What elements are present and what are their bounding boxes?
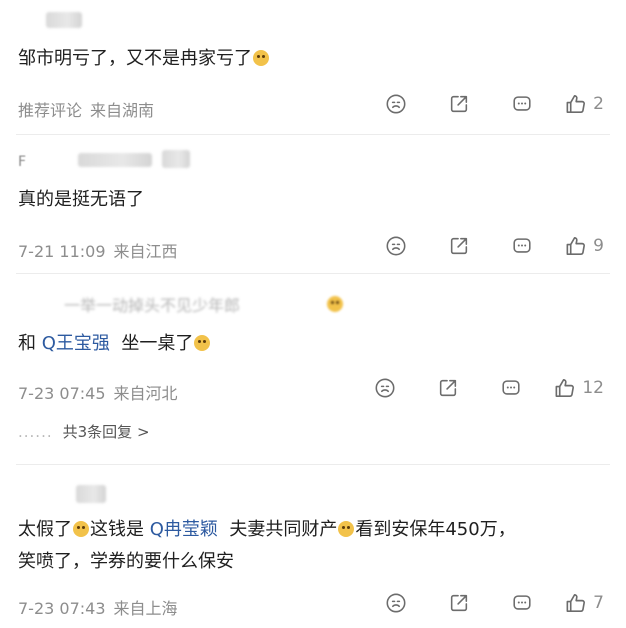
smiley-face-icon — [386, 593, 406, 613]
like-count: 12 — [582, 378, 604, 398]
emoji-react-button[interactable] — [373, 376, 397, 400]
username-blurred — [78, 153, 152, 167]
thumbs-up-icon — [566, 593, 586, 612]
chevron-right-icon: > — [136, 423, 150, 441]
replies-count-label: 共3条回复 — [62, 423, 133, 441]
share-button[interactable] — [447, 92, 471, 116]
emoji-react-button[interactable] — [384, 234, 408, 258]
comment-text-line-2: 笑喷了，学券的要什么保安 — [18, 551, 234, 572]
like-button[interactable]: 12 — [553, 377, 604, 400]
comment-item-4: 太假了 这钱是 Q冉莹颖 夫妻共同财产 看到安保年450万， 笑喷了，学券的要什么保… — [0, 465, 626, 628]
like-button[interactable]: 2 — [564, 93, 604, 116]
comment-icon — [513, 96, 531, 111]
location-label: 来自湖南 — [90, 101, 155, 120]
comment-meta: 7-23 07:43 来自上海 — [18, 595, 178, 619]
comment-meta: 推荐评论 来自湖南 — [18, 97, 154, 121]
share-icon — [451, 594, 468, 612]
username-blurred[interactable] — [46, 12, 82, 28]
username[interactable]: F — [18, 154, 26, 170]
comment-meta: 7-21 11:09 来自江西 — [18, 238, 178, 262]
comment-item-3: 一举一动掉头不见少年郎 和 Q王宝强 坐一桌了 7-23 07:45 来自河北 1… — [0, 274, 626, 464]
comment-actions: 9 — [384, 234, 604, 258]
laugh-emoji-icon — [194, 335, 211, 351]
reply-preview-blurred: 一举一动掉头不见少年郎 — [64, 296, 241, 315]
smiley-face-icon — [386, 94, 406, 114]
comment-button[interactable] — [510, 234, 534, 258]
mention-link[interactable]: Q冉莹颖 — [150, 519, 218, 540]
comment-icon — [502, 380, 520, 395]
comment-text: 邹市明亏了，又不是冉家亏了 — [18, 44, 270, 74]
smiley-face-icon — [375, 378, 395, 398]
location-label: 来自江西 — [113, 242, 178, 261]
comment-button[interactable] — [510, 92, 534, 116]
share-button[interactable] — [447, 591, 471, 615]
comment-item-1: 邹市明亏了，又不是冉家亏了 推荐评论 来自湖南 2 — [0, 0, 626, 134]
comment-button[interactable] — [499, 376, 523, 400]
comment-text: 真的是挺无语了 — [18, 189, 144, 210]
comment-actions: 2 — [384, 92, 604, 116]
timestamp: 7-23 07:43 — [18, 599, 106, 618]
location-label: 来自河北 — [113, 384, 178, 403]
share-button[interactable] — [436, 376, 460, 400]
emoji-react-button[interactable] — [384, 92, 408, 116]
comment-icon — [513, 238, 531, 253]
timestamp: 7-21 11:09 — [18, 242, 106, 261]
share-icon — [451, 95, 468, 113]
like-button[interactable]: 7 — [564, 592, 604, 615]
comment-meta: 7-23 07:45 来自河北 — [18, 380, 178, 404]
comment-item-2: F 真的是挺无语了 7-21 11:09 来自江西 9 — [0, 135, 626, 273]
comment-actions: 7 — [384, 591, 604, 615]
view-replies-link[interactable]: ...... 共3条回复 > — [18, 421, 150, 442]
comment-actions: 12 — [373, 376, 604, 400]
grin-emoji-icon — [253, 50, 269, 66]
share-button[interactable] — [447, 234, 471, 258]
laugh-emoji-icon — [338, 521, 355, 537]
share-icon — [440, 379, 457, 397]
share-icon — [451, 237, 468, 255]
grin-emoji-icon — [327, 296, 343, 312]
username-blurred[interactable] — [76, 485, 106, 503]
comment-text: 和 Q王宝强 坐一桌了 — [18, 329, 211, 359]
location-label: 来自上海 — [113, 599, 178, 618]
comment-icon — [513, 595, 531, 610]
timestamp: 7-23 07:45 — [18, 384, 106, 403]
like-count: 2 — [593, 94, 604, 114]
laugh-emoji-icon — [73, 521, 89, 537]
smiley-face-icon — [386, 236, 406, 256]
thumbs-up-icon — [555, 378, 575, 397]
like-count: 9 — [593, 236, 604, 256]
like-button[interactable]: 9 — [564, 235, 604, 258]
thumbs-up-icon — [566, 94, 586, 113]
comment-text: 太假了 这钱是 Q冉莹颖 夫妻共同财产 看到安保年450万， — [18, 519, 516, 540]
recommended-tag: 推荐评论 — [18, 101, 83, 120]
username-blurred — [162, 150, 190, 168]
like-count: 7 — [593, 593, 604, 613]
emoji-react-button[interactable] — [384, 591, 408, 615]
comment-button[interactable] — [510, 591, 534, 615]
mention-link[interactable]: Q王宝强 — [42, 333, 110, 354]
thumbs-up-icon — [566, 236, 586, 255]
